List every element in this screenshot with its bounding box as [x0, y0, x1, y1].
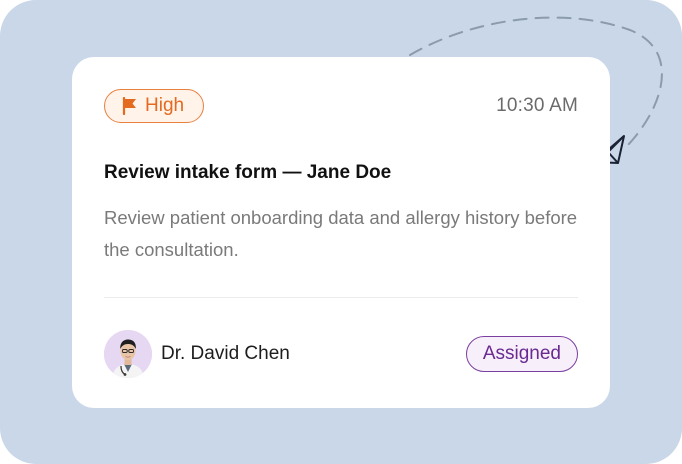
- task-description: Review patient onboarding data and aller…: [104, 207, 578, 260]
- status-badge[interactable]: Assigned: [465, 336, 578, 372]
- card-footer: Dr. David Chen Assigned: [104, 330, 578, 378]
- doctor-avatar: [104, 330, 152, 378]
- task-title: Review intake form — Jane Doe: [104, 162, 392, 183]
- priority-label: High: [145, 95, 185, 116]
- task-time: 10:30 AM: [496, 95, 578, 116]
- priority-badge[interactable]: High: [104, 89, 205, 123]
- avatar: [104, 330, 152, 378]
- flag-icon: [122, 97, 138, 115]
- card-header: High 10:30 AM: [104, 89, 578, 123]
- task-card[interactable]: High 10:30 AM Review intake form — Jane …: [72, 57, 610, 408]
- assignee-name: Dr. David Chen: [161, 343, 290, 364]
- divider: [104, 297, 578, 298]
- assignee[interactable]: Dr. David Chen: [104, 330, 290, 378]
- canvas-background: High 10:30 AM Review intake form — Jane …: [0, 0, 682, 464]
